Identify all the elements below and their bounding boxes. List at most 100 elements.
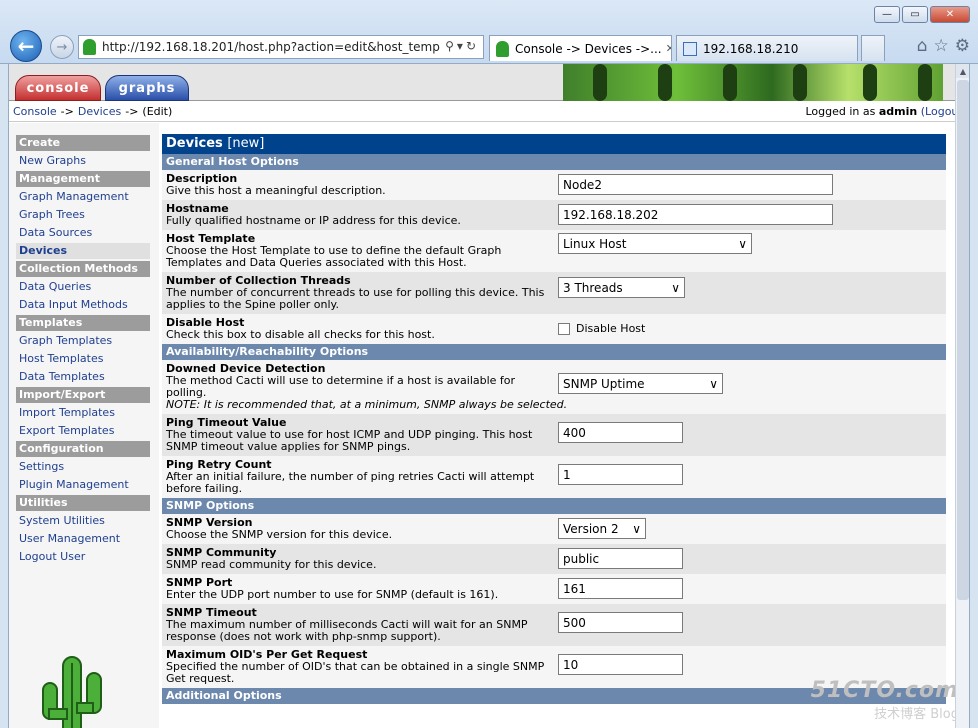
downed-detection-select[interactable]: SNMP Uptime ∨: [558, 373, 723, 394]
row-snmp-version: SNMP Version Choose the SNMP version for…: [162, 514, 946, 544]
downed-detection-value: SNMP Uptime: [563, 376, 645, 391]
chevron-down-icon: ∨: [632, 521, 641, 536]
sidebar-item-new-graphs[interactable]: New Graphs: [16, 153, 150, 169]
field-desc: The maximum number of milliseconds Cacti…: [166, 618, 528, 643]
site-watermark: 51CTO.com 技术博客 Blog: [811, 678, 959, 722]
minimize-button[interactable]: —: [874, 6, 900, 23]
field-desc: The timeout value to use for host ICMP a…: [166, 428, 533, 453]
search-icon[interactable]: ⚲: [445, 39, 457, 53]
breadcrumb-console-link[interactable]: Console: [13, 105, 57, 118]
ping-retry-input[interactable]: 1: [558, 464, 683, 485]
section-general-host-options: General Host Options: [162, 154, 946, 170]
sidebar-item-export-templates[interactable]: Export Templates: [16, 423, 150, 439]
sidebar-item-import-templates[interactable]: Import Templates: [16, 405, 150, 421]
ping-timeout-input[interactable]: 400: [558, 422, 683, 443]
new-tab-button[interactable]: [861, 35, 885, 61]
address-text: http://192.168.18.201/host.php?action=ed…: [102, 40, 444, 54]
section-snmp-options: SNMP Options: [162, 498, 946, 514]
close-window-button[interactable]: ✕: [930, 6, 970, 23]
sidebar-item-settings[interactable]: Settings: [16, 459, 150, 475]
section-availability-options: Availability/Reachability Options: [162, 344, 946, 360]
sidebar-item-devices[interactable]: Devices: [16, 243, 150, 259]
checkbox-box[interactable]: [558, 322, 570, 335]
browser-tab-console[interactable]: Console -> Devices ->... ✕: [489, 35, 672, 61]
refresh-icon[interactable]: ↻: [466, 39, 479, 53]
browser-tab-ip[interactable]: 192.168.18.210: [676, 35, 858, 61]
sidebar-item-host-templates[interactable]: Host Templates: [16, 351, 150, 367]
cacti-header: console graphs: [9, 64, 969, 101]
row-ping-timeout: Ping Timeout Value The timeout value to …: [162, 414, 946, 456]
close-tab-icon[interactable]: ✕: [662, 42, 671, 55]
address-bar[interactable]: http://192.168.18.201/host.php?action=ed…: [78, 35, 484, 59]
forward-arrow-icon[interactable]: →: [50, 35, 74, 59]
tab-label: 192.168.18.210: [703, 41, 799, 56]
field-desc: The method Cacti will use to determine i…: [166, 374, 516, 399]
menu-section-collection-methods: Collection Methods: [16, 261, 150, 277]
snmp-timeout-input[interactable]: 500: [558, 612, 683, 633]
sidebar-item-logout-user[interactable]: Logout User: [16, 549, 150, 565]
back-arrow-icon[interactable]: ←: [10, 30, 42, 62]
host-template-value: Linux Host: [563, 236, 627, 251]
field-desc: Specified the number of OID's that can b…: [166, 660, 545, 685]
breadcrumb-current: (Edit): [142, 105, 173, 118]
disable-host-checkbox[interactable]: Disable Host: [558, 322, 645, 335]
row-collection-threads: Number of Collection Threads The number …: [162, 272, 946, 314]
graphs-tab[interactable]: graphs: [105, 75, 189, 101]
gear-icon[interactable]: ⚙: [955, 36, 970, 56]
field-desc: The number of concurrent threads to use …: [166, 286, 545, 311]
breadcrumb: Console -> Devices -> (Edit) Logged in a…: [9, 102, 969, 122]
breadcrumb-devices-link[interactable]: Devices: [78, 105, 121, 118]
scroll-up-icon[interactable]: ▲: [956, 64, 969, 78]
field-note: NOTE: It is recommended that, at a minim…: [166, 398, 568, 411]
login-status: Logged in as admin (Logout): [806, 105, 968, 118]
breadcrumb-separator: ->: [125, 105, 139, 118]
maximize-button[interactable]: ▭: [902, 6, 928, 23]
threads-select[interactable]: 3 Threads ∨: [558, 277, 685, 298]
row-host-template: Host Template Choose the Host Template t…: [162, 230, 946, 272]
row-description: Description Give this host a meaningful …: [162, 170, 946, 200]
sidebar-item-system-utilities[interactable]: System Utilities: [16, 513, 150, 529]
sidebar-menu: Create New Graphs Management Graph Manag…: [16, 135, 150, 567]
field-desc: After an initial failure, the number of …: [166, 470, 535, 495]
device-edit-form: Devices [new] General Host Options Descr…: [162, 134, 946, 704]
snmp-community-input[interactable]: public: [558, 548, 683, 569]
watermark-line1: 51CTO.com: [810, 678, 959, 703]
sidebar-item-data-templates[interactable]: Data Templates: [16, 369, 150, 385]
sidebar-item-data-sources[interactable]: Data Sources: [16, 225, 150, 241]
console-tab[interactable]: console: [15, 75, 101, 101]
page-title: Devices [new]: [162, 134, 946, 154]
sidebar-item-graph-management[interactable]: Graph Management: [16, 189, 150, 205]
field-desc: Check this box to disable all checks for…: [166, 328, 435, 341]
field-desc: Give this host a meaningful description.: [166, 184, 386, 197]
sidebar-item-plugin-management[interactable]: Plugin Management: [16, 477, 150, 493]
snmp-port-input[interactable]: 161: [558, 578, 683, 599]
dropdown-icon[interactable]: ▾: [457, 39, 466, 53]
row-snmp-port: SNMP Port Enter the UDP port number to u…: [162, 574, 946, 604]
row-ping-retry: Ping Retry Count After an initial failur…: [162, 456, 946, 498]
page-title-text: Devices: [166, 136, 223, 151]
menu-section-import-export: Import/Export: [16, 387, 150, 403]
home-icon[interactable]: ⌂: [917, 36, 928, 56]
row-disable-host: Disable Host Check this box to disable a…: [162, 314, 946, 344]
threads-value: 3 Threads: [563, 280, 623, 295]
sidebar-item-graph-templates[interactable]: Graph Templates: [16, 333, 150, 349]
snmp-version-select[interactable]: Version 2 ∨: [558, 518, 646, 539]
sidebar-item-user-management[interactable]: User Management: [16, 531, 150, 547]
max-oids-input[interactable]: 10: [558, 654, 683, 675]
field-desc: Choose the SNMP version for this device.: [166, 528, 393, 541]
star-icon[interactable]: ☆: [934, 36, 949, 56]
menu-section-utilities: Utilities: [16, 495, 150, 511]
field-desc: SNMP read community for this device.: [166, 558, 377, 571]
description-input[interactable]: Node2: [558, 174, 833, 195]
sidebar-item-data-queries[interactable]: Data Queries: [16, 279, 150, 295]
row-snmp-timeout: SNMP Timeout The maximum number of milli…: [162, 604, 946, 646]
sidebar-item-graph-trees[interactable]: Graph Trees: [16, 207, 150, 223]
scrollbar-thumb[interactable]: [957, 80, 969, 600]
breadcrumb-separator: ->: [60, 105, 74, 118]
field-desc: Fully qualified hostname or IP address f…: [166, 214, 461, 227]
row-snmp-community: SNMP Community SNMP read community for t…: [162, 544, 946, 574]
hostname-input[interactable]: 192.168.18.202: [558, 204, 833, 225]
sidebar-item-data-input-methods[interactable]: Data Input Methods: [16, 297, 150, 313]
host-template-select[interactable]: Linux Host ∨: [558, 233, 752, 254]
vertical-scrollbar[interactable]: ▲: [955, 64, 969, 728]
